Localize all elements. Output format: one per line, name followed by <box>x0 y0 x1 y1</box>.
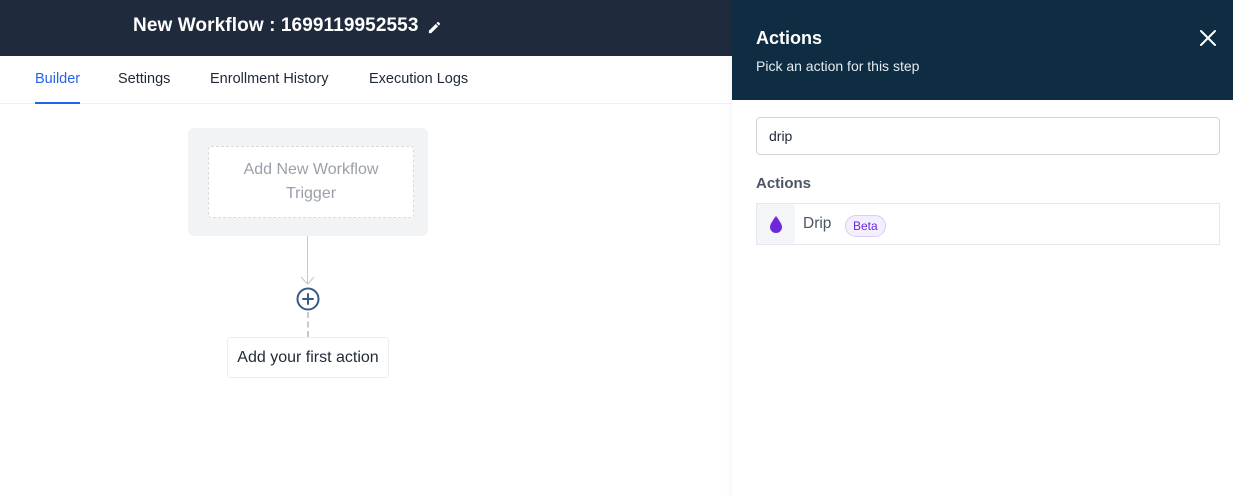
action-item-drip[interactable]: Drip Beta <box>756 203 1220 245</box>
tab-settings[interactable]: Settings <box>118 56 170 104</box>
workflow-builder: New Workflow : 1699119952553 Builder Set… <box>0 0 1233 497</box>
pencil-icon[interactable] <box>427 20 442 35</box>
action-search-input[interactable] <box>756 117 1220 155</box>
action-label: Drip <box>803 215 832 232</box>
trigger-card: Add New Workflow Trigger <box>188 128 428 236</box>
drop-icon <box>770 216 782 233</box>
workflow-title: New Workflow : 1699119952553 <box>133 15 419 36</box>
tab-execution-logs[interactable]: Execution Logs <box>369 56 468 104</box>
add-trigger-button[interactable]: Add New Workflow Trigger <box>208 146 414 218</box>
workflow-canvas[interactable]: Add New Workflow Trigger Add your first … <box>0 104 732 497</box>
actions-section-label: Actions <box>756 175 812 192</box>
actions-panel: Actions Pick an action for this step Act… <box>732 0 1233 497</box>
tab-bar: Builder Settings Enrollment History Exec… <box>0 56 732 104</box>
panel-subtitle: Pick an action for this step <box>756 58 920 74</box>
beta-badge: Beta <box>845 215 886 237</box>
arrow-down-icon <box>300 276 315 285</box>
panel-header: Actions Pick an action for this step <box>732 0 1233 100</box>
close-icon[interactable] <box>1198 28 1218 48</box>
plus-circle-icon[interactable] <box>296 287 320 311</box>
panel-title: Actions <box>756 28 823 48</box>
action-icon-container <box>757 204 795 244</box>
tab-builder[interactable]: Builder <box>35 56 81 104</box>
top-header: New Workflow : 1699119952553 <box>0 0 732 56</box>
add-first-action-button[interactable]: Add your first action <box>227 337 389 378</box>
tab-enrollment-history[interactable]: Enrollment History <box>210 56 328 104</box>
dashed-connector <box>307 312 309 337</box>
